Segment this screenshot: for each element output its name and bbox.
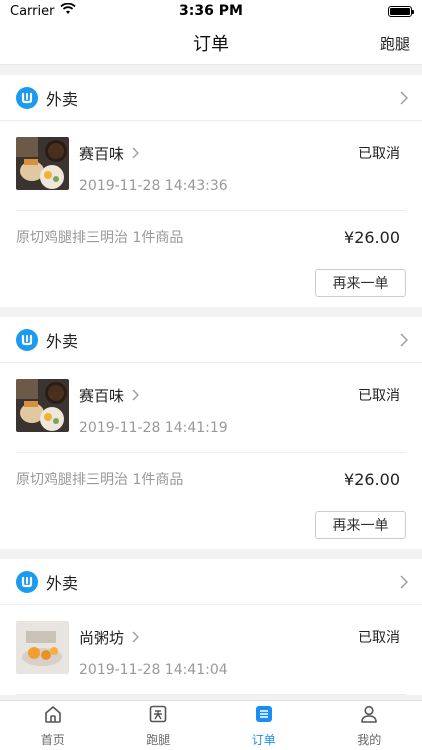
errand-nav-button[interactable]: 跑腿	[380, 33, 410, 54]
order-time: 2019-11-28 14:41:19	[79, 420, 228, 436]
shop-name[interactable]: 赛百味	[79, 385, 124, 406]
takeout-icon	[16, 328, 38, 351]
shop-image[interactable]	[16, 379, 69, 432]
order-time: 2019-11-28 14:41:04	[79, 662, 228, 678]
tab-errand[interactable]: 跑腿	[106, 701, 212, 750]
tab-home[interactable]: 首页	[0, 701, 106, 750]
order-card[interactable]: 外卖 尚粥坊 2019-11-28 14:41:04 已取消	[0, 559, 422, 695]
chevron-right-icon[interactable]	[400, 90, 408, 109]
chevron-right-icon[interactable]	[400, 574, 408, 593]
takeout-icon	[16, 86, 38, 109]
tab-profile[interactable]: 我的	[317, 701, 422, 750]
shop-name[interactable]: 尚粥坊	[79, 627, 124, 648]
carrier-label: Carrier	[10, 3, 55, 19]
reorder-button[interactable]: 再来一单	[315, 269, 406, 297]
errand-icon	[148, 704, 168, 728]
home-icon	[43, 704, 63, 728]
navigation-bar: 订单 跑腿	[0, 22, 422, 65]
order-price: ¥26.00	[344, 227, 400, 247]
chevron-right-icon[interactable]	[400, 332, 408, 351]
goods-description: 原切鸡腿排三明治 1件商品	[16, 230, 184, 246]
order-type-label: 外卖	[46, 573, 79, 593]
tab-label: 我的	[357, 732, 382, 747]
order-status: 已取消	[358, 146, 400, 162]
wifi-icon	[60, 2, 77, 19]
order-list-icon	[254, 704, 274, 728]
order-card-header[interactable]: 外卖	[0, 317, 422, 363]
order-card-header[interactable]: 外卖	[0, 75, 422, 121]
order-card[interactable]: 外卖 赛百味 2019-11-28 14:43:36 已取消 原切鸡腿排三明治 …	[0, 75, 422, 307]
battery-icon	[388, 5, 414, 17]
order-type-label: 外卖	[46, 89, 79, 109]
reorder-button[interactable]: 再来一单	[315, 511, 406, 539]
tab-label: 首页	[40, 732, 65, 747]
shop-image[interactable]	[16, 137, 69, 190]
order-price: ¥26.00	[344, 469, 400, 489]
takeout-icon	[16, 570, 38, 593]
page-title: 订单	[193, 34, 229, 55]
order-list[interactable]: 外卖 赛百味 2019-11-28 14:43:36 已取消 原切鸡腿排三明治 …	[0, 65, 422, 700]
tab-label: 跑腿	[146, 732, 171, 747]
tab-label: 订单	[251, 732, 276, 747]
order-card-header[interactable]: 外卖	[0, 559, 422, 605]
order-type-label: 外卖	[46, 331, 79, 351]
chevron-right-icon[interactable]	[132, 628, 139, 647]
order-card[interactable]: 外卖 赛百味 2019-11-28 14:41:19 已取消 原切鸡腿排三明治 …	[0, 317, 422, 549]
user-icon	[359, 704, 379, 728]
chevron-right-icon[interactable]	[132, 144, 139, 163]
goods-description: 原切鸡腿排三明治 1件商品	[16, 472, 184, 488]
shop-image[interactable]	[16, 621, 69, 674]
clock: 3:36 PM	[179, 3, 243, 19]
order-status: 已取消	[358, 388, 400, 404]
tab-bar: 首页 跑腿 订单 我的	[0, 700, 422, 750]
status-bar: Carrier 3:36 PM	[0, 0, 422, 22]
tab-orders[interactable]: 订单	[211, 701, 317, 750]
order-status: 已取消	[358, 630, 400, 646]
shop-name[interactable]: 赛百味	[79, 143, 124, 164]
chevron-right-icon[interactable]	[132, 386, 139, 405]
order-time: 2019-11-28 14:43:36	[79, 178, 228, 194]
